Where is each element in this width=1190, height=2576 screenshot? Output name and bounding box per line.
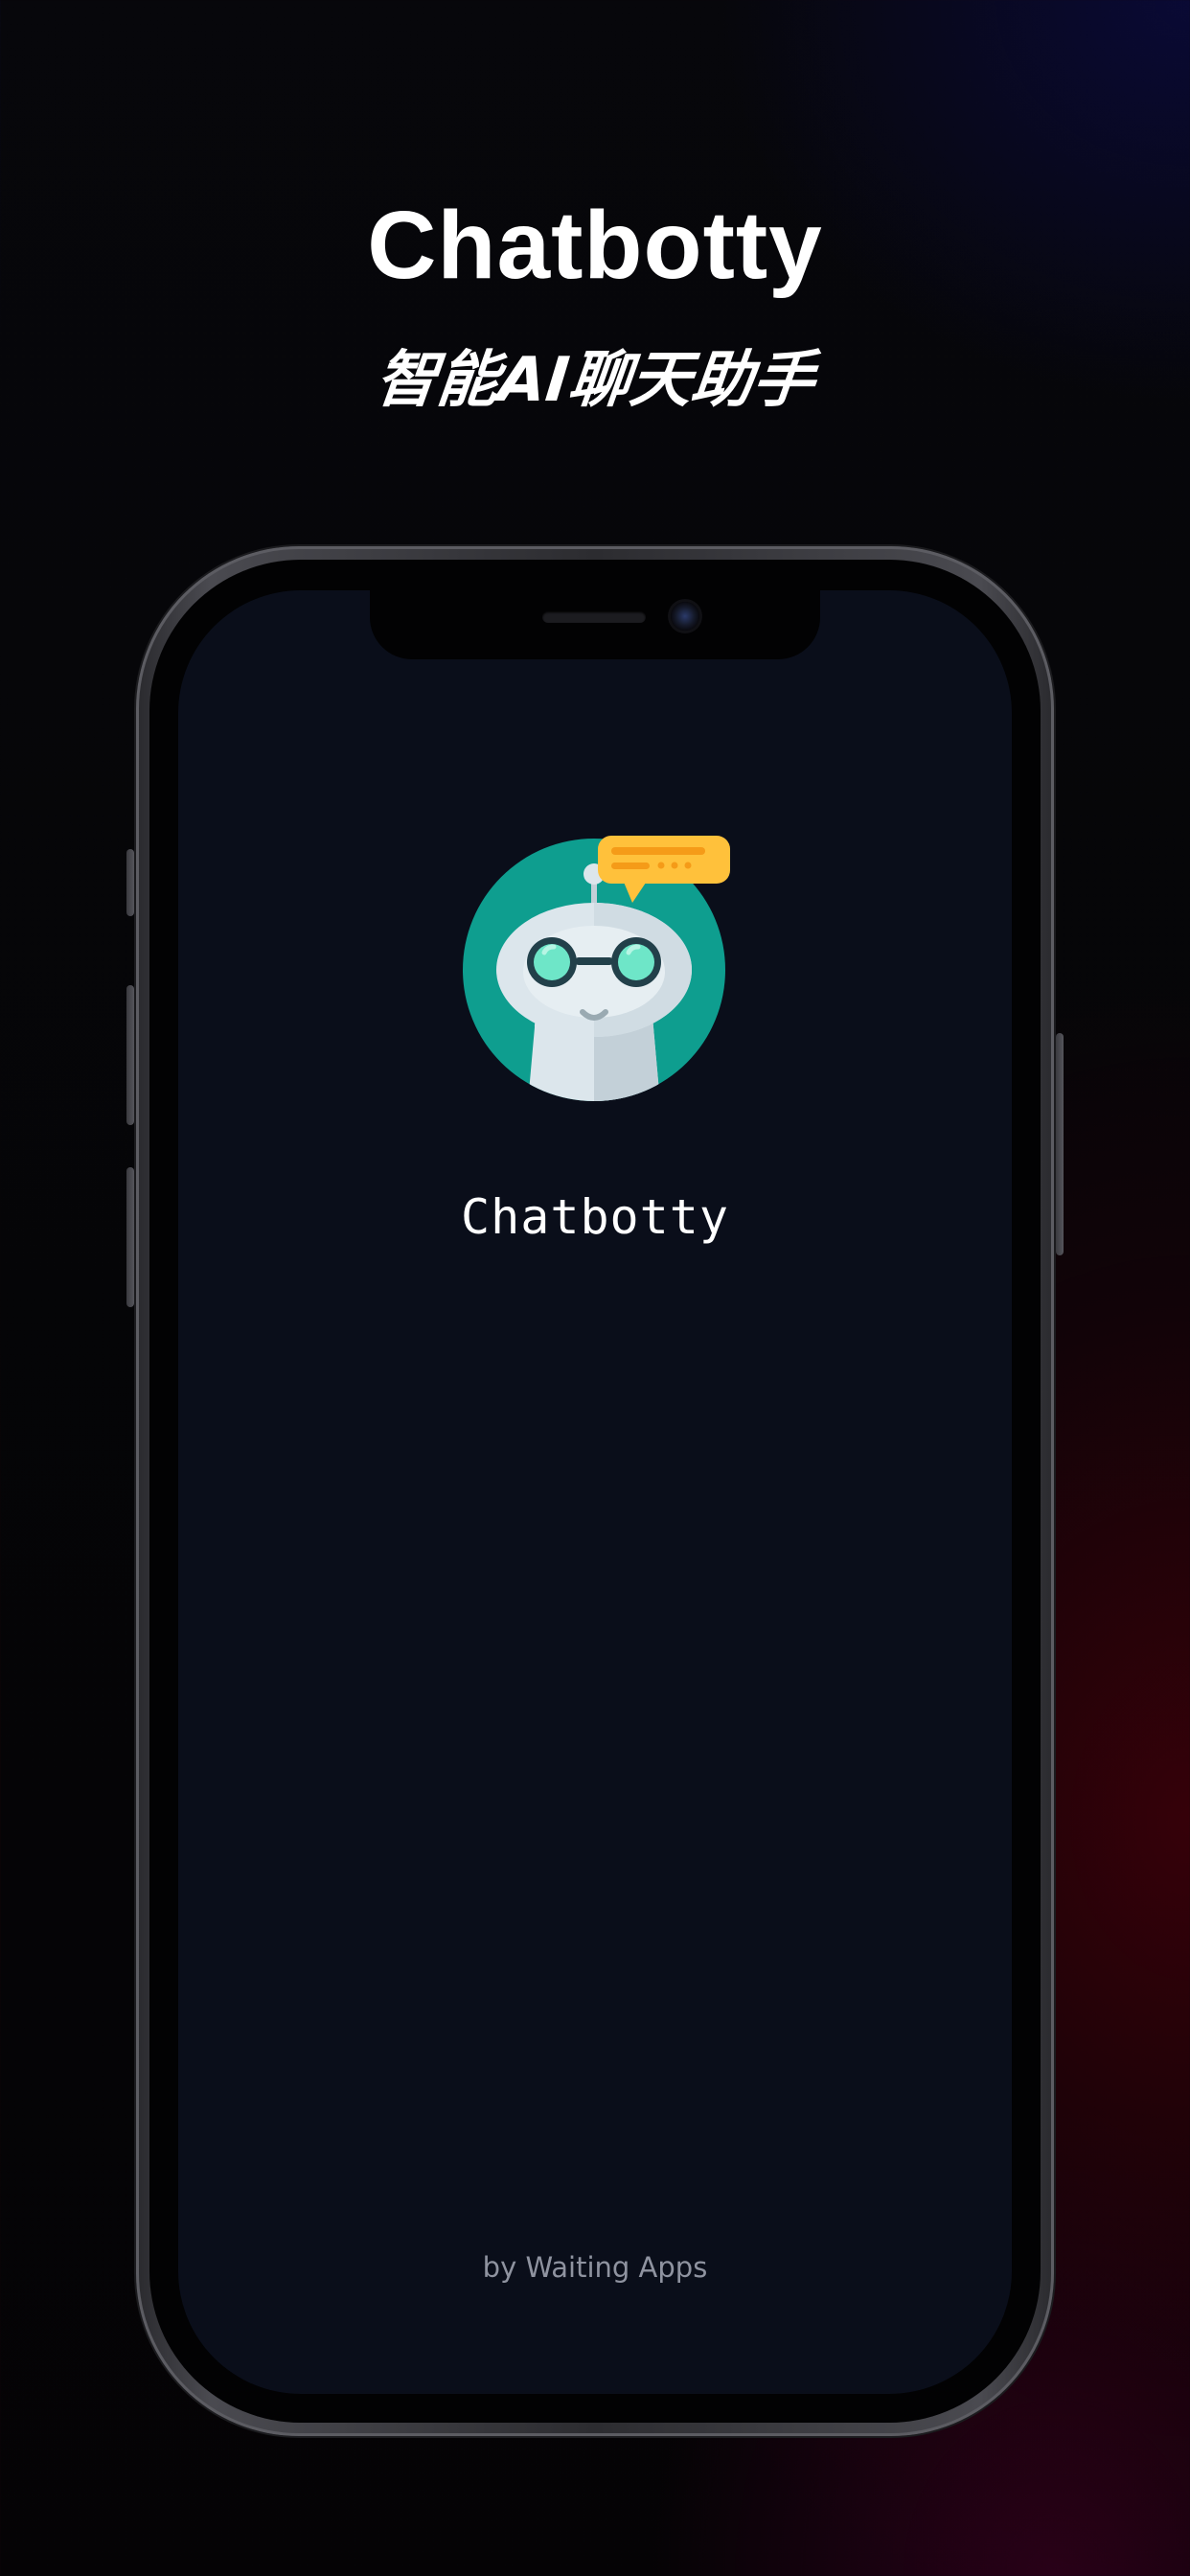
subheadline: 智能AI聊天助手 (372, 345, 818, 416)
phone-silent-switch (126, 849, 134, 916)
headline: Chatbotty (367, 192, 823, 299)
phone-speaker (542, 611, 646, 623)
phone-volume-up-button (126, 985, 134, 1125)
phone-camera (671, 602, 699, 631)
developer-credit: by Waiting Apps (482, 2251, 708, 2284)
app-name: Chatbotty (461, 1189, 729, 1245)
robot-chat-icon (463, 836, 730, 1101)
phone-notch (370, 590, 820, 659)
